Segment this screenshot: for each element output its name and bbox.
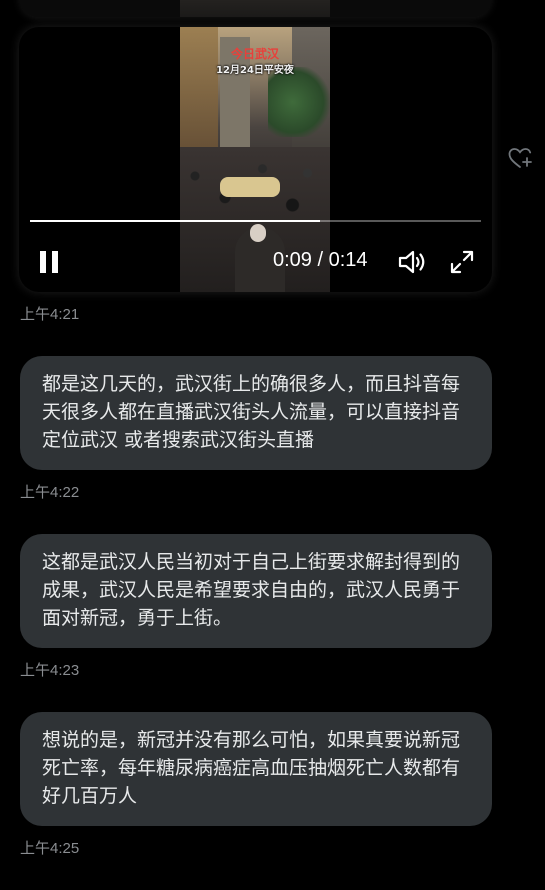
- react-button[interactable]: [508, 147, 534, 171]
- video-player[interactable]: 今日武汉 12月24日平安夜 0:09 / 0:14: [19, 27, 492, 292]
- pause-icon: [40, 251, 46, 273]
- message-text: 想说的是，新冠并没有那么可怕，如果真要说新冠死亡率，每年糖尿病癌症高血压抽烟死亡…: [42, 729, 461, 807]
- video-overlay-subtitle: 12月24日平安夜: [216, 65, 294, 76]
- pause-icon-bar: [52, 251, 58, 273]
- fullscreen-button[interactable]: [449, 249, 475, 275]
- video-overlay-title: 今日武汉: [230, 47, 279, 61]
- message-text: 这都是武汉人民当初对于自己上街要求解封得到的成果，武汉人民是希望要求自由的，武汉…: [42, 551, 461, 629]
- taxi: [220, 177, 280, 197]
- volume-icon: [398, 250, 425, 274]
- video-progress-bar[interactable]: [30, 220, 481, 222]
- masked-face: [250, 224, 266, 242]
- previous-video-thumbnail: [180, 0, 330, 17]
- message-bubble[interactable]: 想说的是，新冠并没有那么可怕，如果真要说新冠死亡率，每年糖尿病癌症高血压抽烟死亡…: [20, 712, 492, 826]
- message-bubble[interactable]: 这都是武汉人民当初对于自己上街要求解封得到的成果，武汉人民是希望要求自由的，武汉…: [20, 534, 492, 648]
- pause-button[interactable]: [39, 251, 61, 273]
- fullscreen-icon: [450, 250, 474, 274]
- dm-conversation: 今日武汉 12月24日平安夜 0:09 / 0:14 上午4:21 都是这几天的…: [0, 0, 545, 890]
- message-text: 都是这几天的，武汉街上的确很多人，而且抖音每天很多人都在直播武汉街头人流量，可以…: [42, 373, 461, 451]
- message-bubble[interactable]: 都是这几天的，武汉街上的确很多人，而且抖音每天很多人都在直播武汉街头人流量，可以…: [20, 356, 492, 470]
- tree: [268, 67, 330, 137]
- message-timestamp: 上午4:22: [20, 484, 80, 501]
- volume-button[interactable]: [398, 249, 428, 275]
- message-timestamp: 上午4:23: [20, 662, 80, 679]
- video-progress-fill: [30, 220, 320, 222]
- previous-video-card[interactable]: [19, 0, 492, 17]
- message-timestamp: 上午4:21: [20, 306, 80, 323]
- heart-plus-icon: [508, 148, 532, 168]
- message-timestamp: 上午4:25: [20, 840, 80, 857]
- video-time: 0:09 / 0:14: [273, 249, 368, 271]
